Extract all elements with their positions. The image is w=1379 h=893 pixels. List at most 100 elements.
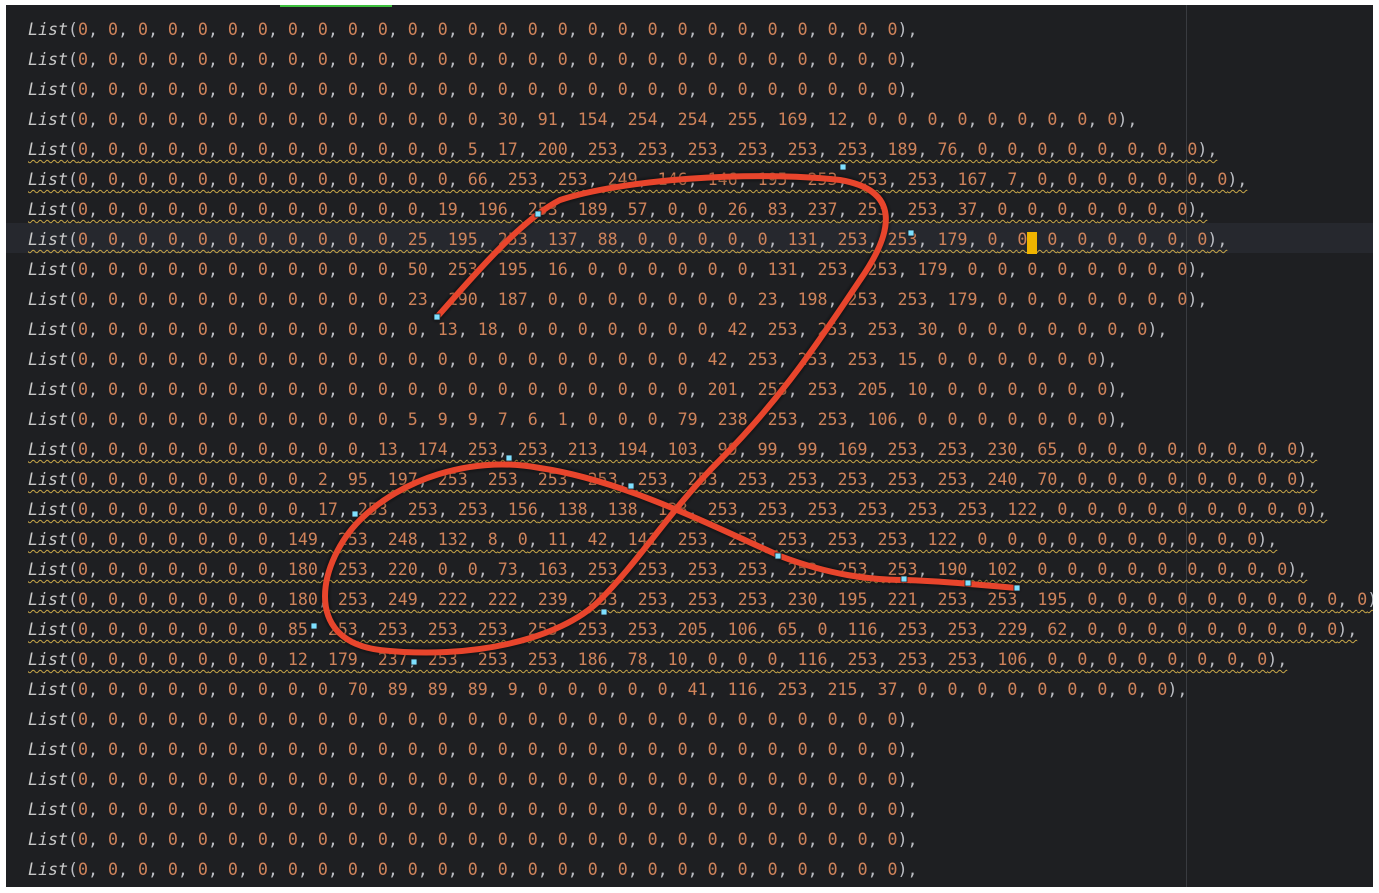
pixel-value: 0: [1027, 290, 1038, 309]
pixel-value: 0: [1147, 260, 1158, 279]
code-line[interactable]: List(0, 0, 0, 0, 0, 0, 0, 0, 0, 0, 0, 0,…: [28, 165, 1373, 195]
list-keyword: List: [28, 230, 68, 249]
code-line[interactable]: List(0, 0, 0, 0, 0, 0, 0, 0, 0, 0, 0, 0,…: [28, 375, 1373, 405]
code-line[interactable]: List(0, 0, 0, 0, 0, 0, 0, 0, 0, 0, 0, 50…: [28, 255, 1373, 285]
pixel-value: 0: [317, 170, 328, 189]
code-line[interactable]: List(0, 0, 0, 0, 0, 0, 0, 0, 2, 95, 197,…: [28, 465, 1373, 495]
pixel-value: 102: [987, 560, 1018, 579]
pixel-value: 0: [1067, 530, 1078, 549]
code-line[interactable]: List(0, 0, 0, 0, 0, 0, 0, 0, 0, 0, 0, 0,…: [28, 825, 1373, 855]
pixel-value: 0: [677, 710, 688, 729]
list-expression: List(0, 0, 0, 0, 0, 0, 0, 0, 0, 0, 0, 0,…: [28, 740, 918, 759]
code-line[interactable]: List(0, 0, 0, 0, 0, 0, 0, 0, 17, 253, 25…: [28, 495, 1373, 525]
code-line[interactable]: List(0, 0, 0, 0, 0, 0, 0, 0, 0, 0, 0, 0,…: [28, 735, 1373, 765]
code-line[interactable]: List(0, 0, 0, 0, 0, 0, 0, 85, 253, 253, …: [28, 615, 1373, 645]
pixel-value: 195: [497, 260, 528, 279]
pixel-value: 0: [167, 410, 178, 429]
pixel-value: 0: [227, 770, 238, 789]
pixel-value: 0: [1127, 140, 1138, 159]
pixel-value: 7: [1007, 170, 1018, 189]
pixel-value: 65: [777, 620, 798, 639]
code-line[interactable]: List(0, 0, 0, 0, 0, 0, 0, 0, 0, 0, 0, 0,…: [28, 105, 1373, 135]
pixel-value: 0: [77, 650, 88, 669]
code-line[interactable]: List(0, 0, 0, 0, 0, 0, 0, 0, 0, 0, 0, 0,…: [28, 765, 1373, 795]
pixel-value: 253: [487, 470, 518, 489]
pixel-value: 253: [777, 680, 808, 699]
code-line[interactable]: List(0, 0, 0, 0, 0, 0, 0, 0, 0, 0, 0, 0,…: [28, 705, 1373, 735]
pixel-value: 0: [1117, 500, 1128, 519]
code-text[interactable]: List(0, 0, 0, 0, 0, 0, 0, 0, 0, 0, 0, 0,…: [28, 15, 1373, 885]
pixel-value: 0: [1177, 500, 1188, 519]
code-line[interactable]: List(0, 0, 0, 0, 0, 0, 0, 0, 0, 0, 13, 1…: [28, 435, 1373, 465]
pixel-value: 253: [887, 560, 918, 579]
pixel-value: 253: [847, 290, 878, 309]
code-line[interactable]: List(0, 0, 0, 0, 0, 0, 0, 12, 179, 237, …: [28, 645, 1373, 675]
code-line[interactable]: List(0, 0, 0, 0, 0, 0, 0, 0, 0, 0, 0, 0,…: [28, 315, 1373, 345]
pixel-value: 0: [617, 380, 628, 399]
code-line[interactable]: List(0, 0, 0, 0, 0, 0, 0, 0, 0, 0, 0, 5,…: [28, 405, 1373, 435]
code-line[interactable]: List(0, 0, 0, 0, 0, 0, 0, 0, 0, 0, 0, 0,…: [28, 45, 1373, 75]
pixel-value: 0: [617, 830, 628, 849]
pixel-value: 0: [377, 260, 388, 279]
pixel-value: 0: [767, 800, 778, 819]
pixel-value: 0: [137, 650, 148, 669]
pixel-value: 0: [797, 710, 808, 729]
pixel-value: 179: [947, 290, 978, 309]
code-line[interactable]: List(0, 0, 0, 0, 0, 0, 0, 0, 0, 0, 0, 0,…: [28, 135, 1373, 165]
code-line[interactable]: List(0, 0, 0, 0, 0, 0, 0, 0, 0, 0, 0, 0,…: [28, 345, 1373, 375]
pixel-value: 0: [287, 680, 298, 699]
code-line[interactable]: List(0, 0, 0, 0, 0, 0, 0, 0, 0, 0, 0, 0,…: [28, 75, 1373, 105]
pixel-value: 0: [637, 290, 648, 309]
pixel-value: 0: [287, 260, 298, 279]
pixel-value: 253: [477, 620, 508, 639]
pixel-value: 187: [497, 290, 528, 309]
code-line[interactable]: List(0, 0, 0, 0, 0, 0, 0, 180, 253, 220,…: [28, 555, 1373, 585]
pixel-value: 0: [1097, 410, 1108, 429]
pixel-value: 0: [1297, 500, 1308, 519]
code-line[interactable]: List(0, 0, 0, 0, 0, 0, 0, 180, 253, 249,…: [28, 585, 1373, 615]
code-line[interactable]: List(0, 0, 0, 0, 0, 0, 0, 0, 0, 0, 0, 0,…: [28, 855, 1373, 885]
pixel-value: 0: [467, 110, 478, 129]
pixel-value: 9: [467, 410, 478, 429]
code-line[interactable]: List(0, 0, 0, 0, 0, 0, 0, 0, 0, 70, 89, …: [28, 675, 1373, 705]
pixel-value: 0: [377, 20, 388, 39]
code-editor[interactable]: List(0, 0, 0, 0, 0, 0, 0, 0, 0, 0, 0, 0,…: [6, 5, 1373, 887]
pixel-value: 0: [1207, 620, 1218, 639]
pixel-value: 0: [467, 80, 478, 99]
pixel-value: 253: [637, 560, 668, 579]
pixel-value: 0: [107, 530, 118, 549]
pixel-value: 253: [537, 470, 568, 489]
pixel-value: 0: [587, 380, 598, 399]
pixel-value: 0: [197, 590, 208, 609]
pixel-value: 0: [1157, 560, 1168, 579]
pixel-value: 0: [1117, 200, 1128, 219]
pixel-value: 0: [557, 380, 568, 399]
pixel-value: 253: [987, 590, 1018, 609]
pixel-value: 0: [347, 710, 358, 729]
pixel-value: 0: [1077, 650, 1088, 669]
pixel-value: 0: [617, 740, 628, 759]
pixel-value: 0: [137, 380, 148, 399]
pixel-value: 167: [957, 170, 988, 189]
pixel-value: 0: [527, 830, 538, 849]
pixel-value: 0: [107, 20, 118, 39]
code-line[interactable]: List(0, 0, 0, 0, 0, 0, 0, 0, 0, 0, 0, 0,…: [28, 795, 1373, 825]
pixel-value: 0: [407, 740, 418, 759]
code-line[interactable]: List(0, 0, 0, 0, 0, 0, 0, 0, 0, 0, 0, 25…: [28, 225, 1373, 255]
code-line[interactable]: List(0, 0, 0, 0, 0, 0, 0, 0, 0, 0, 0, 23…: [28, 285, 1373, 315]
pixel-value: 253: [517, 440, 548, 459]
pixel-value: 0: [527, 770, 538, 789]
code-line[interactable]: List(0, 0, 0, 0, 0, 0, 0, 0, 0, 0, 0, 0,…: [28, 195, 1373, 225]
pixel-value: 0: [857, 80, 868, 99]
pixel-value: 0: [167, 50, 178, 69]
pixel-value: 0: [77, 620, 88, 639]
code-line[interactable]: List(0, 0, 0, 0, 0, 0, 0, 149, 253, 248,…: [28, 525, 1373, 555]
pixel-value: 0: [497, 710, 508, 729]
pixel-value: 0: [887, 20, 898, 39]
pixel-value: 0: [257, 500, 268, 519]
code-line[interactable]: List(0, 0, 0, 0, 0, 0, 0, 0, 0, 0, 0, 0,…: [28, 15, 1373, 45]
pixel-value: 0: [137, 20, 148, 39]
pixel-value: 253: [867, 320, 898, 339]
pixel-value: 215: [827, 680, 858, 699]
list-expression: List(0, 0, 0, 0, 0, 0, 0, 0, 0, 0, 0, 25…: [28, 230, 1228, 249]
